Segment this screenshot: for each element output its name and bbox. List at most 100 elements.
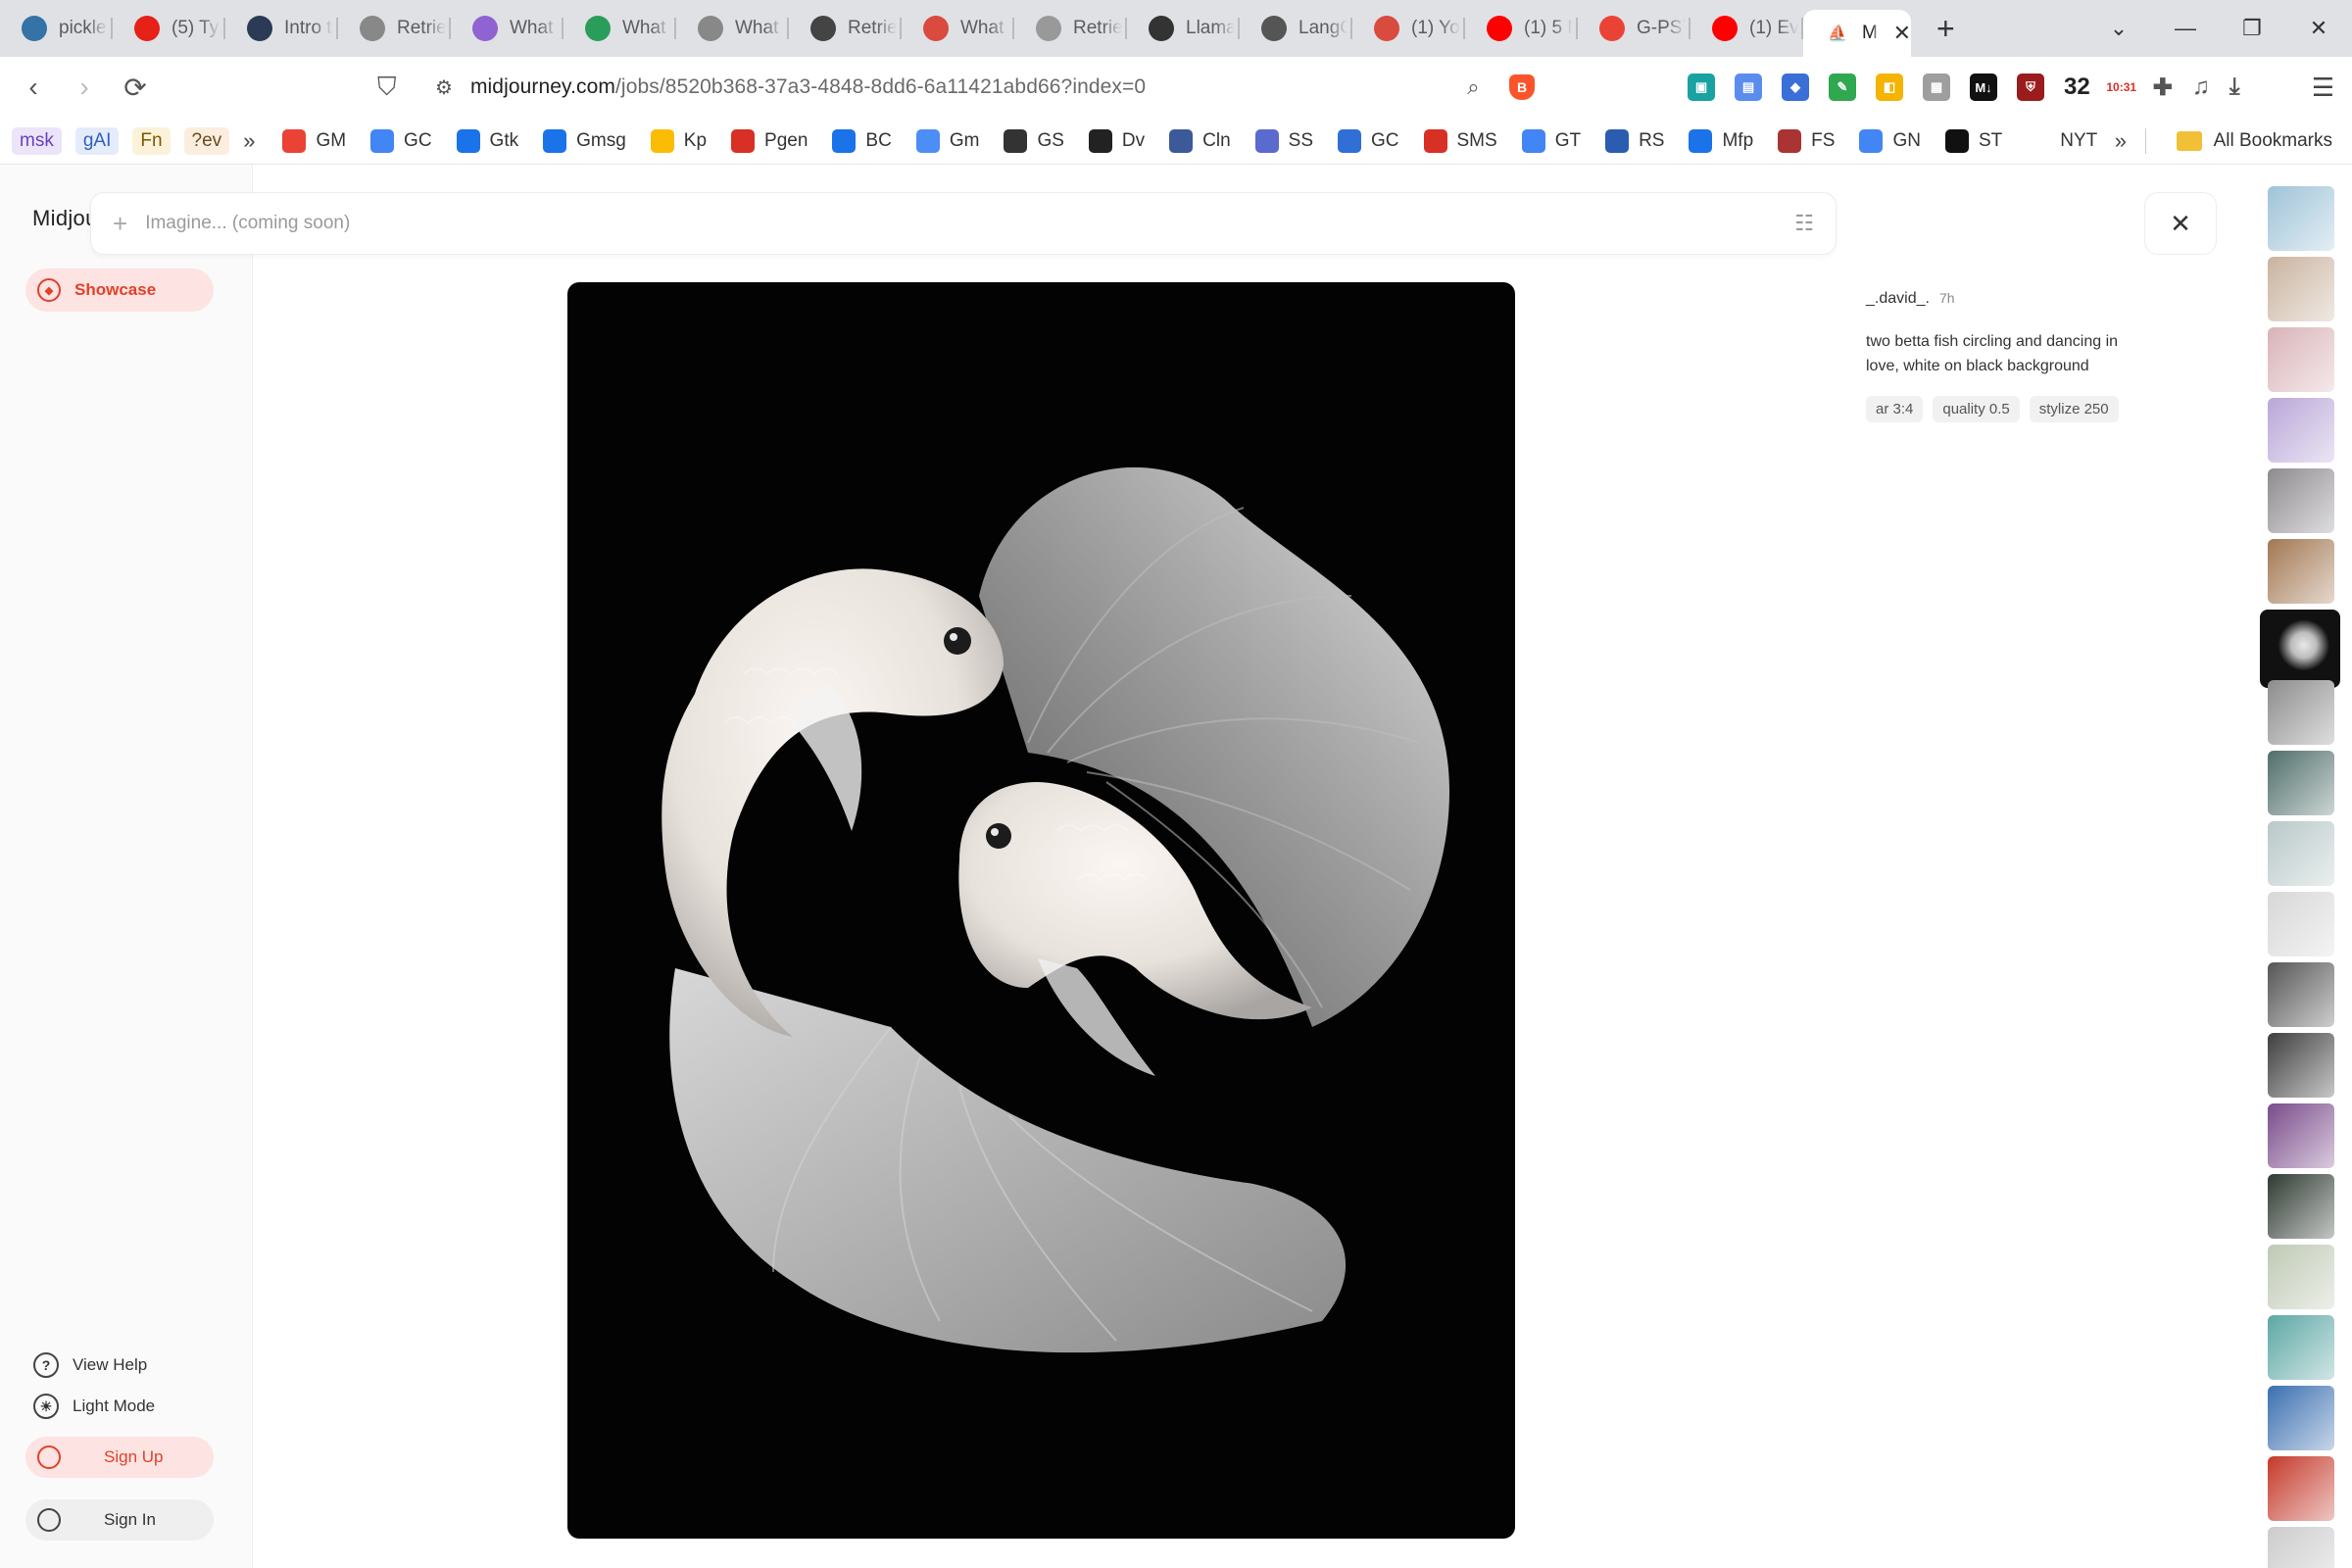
download-icon[interactable]: ⤓: [2230, 74, 2240, 101]
thumbnail[interactable]: [2268, 751, 2334, 815]
job-author[interactable]: _.david_. 7h: [1866, 290, 1955, 308]
thumbnail[interactable]: [2268, 821, 2334, 886]
bookmark-item[interactable]: SS: [1254, 128, 1313, 153]
reload-button[interactable]: ⟳: [110, 72, 161, 104]
browser-tab[interactable]: pickle: [0, 0, 113, 57]
browser-tab[interactable]: (1) Eva: [1690, 0, 1803, 57]
evernote-extension-icon[interactable]: ✎: [1829, 74, 1856, 101]
menu-icon[interactable]: ☰: [2312, 73, 2334, 103]
thumbnail-selected[interactable]: [2260, 610, 2340, 688]
thumbnail[interactable]: [2268, 1315, 2334, 1380]
thumbnail[interactable]: [2268, 1033, 2334, 1098]
thumbnail[interactable]: [2268, 1456, 2334, 1521]
bookmark-item[interactable]: Kp: [650, 128, 707, 153]
extension-count-badge[interactable]: 32: [2064, 74, 2090, 101]
bookmark-item[interactable]: GC: [370, 128, 432, 153]
media-icon[interactable]: ♫: [2192, 74, 2210, 101]
browser-tab[interactable]: Retrie: [1014, 0, 1127, 57]
bookmark-item[interactable]: RS: [1605, 128, 1664, 153]
back-button[interactable]: ‹: [8, 72, 59, 103]
bookmark-item[interactable]: msk: [12, 126, 62, 155]
save-extension-icon[interactable]: ▣: [1688, 74, 1715, 101]
bookmarks-more-chevron-icon[interactable]: »: [2115, 128, 2127, 154]
sign-in-button[interactable]: Sign In: [25, 1499, 214, 1541]
thumbnail[interactable]: [2268, 1174, 2334, 1239]
keep-extension-icon[interactable]: ◧: [1876, 74, 1903, 101]
close-tab-icon[interactable]: ✕: [1893, 21, 1911, 46]
thumbnail[interactable]: [2268, 468, 2334, 533]
bookmark-item[interactable]: Mfp: [1689, 128, 1753, 153]
bookmark-item[interactable]: Dv: [1088, 128, 1145, 153]
address-bar[interactable]: ⚙ midjourney.com/jobs/8520b368-37a3-4848…: [421, 66, 1548, 109]
browser-tab[interactable]: What: [902, 0, 1014, 57]
bookmark-item[interactable]: Cln: [1169, 128, 1231, 153]
thumbnail[interactable]: [2268, 257, 2334, 321]
clock-extension-icon[interactable]: 10:31: [2106, 74, 2136, 101]
browser-tab[interactable]: LangC: [1240, 0, 1352, 57]
new-tab-button[interactable]: +: [1936, 11, 1955, 47]
restore-button[interactable]: ❐: [2219, 16, 2285, 41]
close-window-button[interactable]: ✕: [2285, 16, 2352, 41]
browser-tab[interactable]: Retrie: [789, 0, 902, 57]
puzzle-extensions-icon[interactable]: ✚: [2153, 74, 2173, 101]
bookmark-item[interactable]: GM: [282, 128, 346, 153]
sidebar-item-showcase[interactable]: ◆ Showcase: [25, 269, 214, 312]
zoom-icon[interactable]: ⌕: [1467, 74, 1479, 100]
thumbnail[interactable]: [2268, 398, 2334, 463]
light-mode-toggle[interactable]: ☀ Light Mode: [33, 1394, 155, 1419]
bookmark-item[interactable]: ?ev: [183, 126, 230, 155]
bookmark-item[interactable]: GC: [1338, 128, 1399, 153]
notes-extension-icon[interactable]: ▦: [1923, 74, 1950, 101]
minimize-button[interactable]: —: [2152, 16, 2219, 41]
doc-extension-icon[interactable]: ▤: [1735, 74, 1762, 101]
bookmark-item[interactable]: GN: [1859, 128, 1921, 153]
brave-shield-icon[interactable]: B: [1509, 74, 1535, 100]
bookmark-item[interactable]: gAI: [74, 126, 120, 155]
bookmark-item[interactable]: Gtk: [456, 128, 518, 153]
thumbnail[interactable]: [2268, 680, 2334, 745]
all-bookmarks-button[interactable]: All Bookmarks: [2176, 130, 2332, 152]
bookmark-item[interactable]: NYT: [2027, 128, 2097, 153]
generated-image-betta-fish[interactable]: [567, 282, 1515, 1539]
thumbnail[interactable]: [2268, 1103, 2334, 1168]
thumbnail[interactable]: [2268, 1527, 2334, 1568]
dropbox-extension-icon[interactable]: ◆: [1782, 74, 1809, 101]
bookmarks-overflow-chevron-icon[interactable]: »: [243, 128, 255, 154]
browser-tab[interactable]: What: [451, 0, 564, 57]
bookmark-item[interactable]: FS: [1778, 128, 1835, 153]
browser-tab[interactable]: Intro t: [225, 0, 338, 57]
bookmark-item[interactable]: Gmsg: [543, 128, 626, 153]
bookmark-item[interactable]: ST: [1944, 128, 2002, 153]
browser-tab[interactable]: (1) Yo: [1352, 0, 1465, 57]
bookmark-item[interactable]: GT: [1521, 128, 1581, 153]
browser-tab[interactable]: (5) Typ: [113, 0, 225, 57]
author-name[interactable]: _.david_.: [1866, 290, 1930, 307]
browser-tab[interactable]: What: [564, 0, 676, 57]
imagine-prompt-bar[interactable]: + Imagine... (coming soon) ☷: [90, 192, 1837, 255]
sign-up-button[interactable]: Sign Up: [25, 1437, 214, 1478]
thumbnail[interactable]: [2268, 327, 2334, 392]
tab-active-midjourney[interactable]: ⛵ M ✕: [1803, 10, 1911, 57]
close-viewer-button[interactable]: ✕: [2144, 192, 2217, 255]
bookmark-item[interactable]: Fn: [132, 126, 171, 155]
browser-tab[interactable]: (1) 5 N: [1465, 0, 1578, 57]
bookmark-item[interactable]: BC: [832, 128, 892, 153]
ublock-extension-icon[interactable]: ⛨: [2017, 74, 2044, 101]
thumbnail[interactable]: [2268, 539, 2334, 604]
thumbnail[interactable]: [2268, 1245, 2334, 1309]
site-settings-icon[interactable]: ⚙: [435, 75, 453, 100]
bookmark-item[interactable]: Gm: [915, 128, 979, 153]
plus-icon[interactable]: +: [113, 209, 127, 239]
bookmark-item[interactable]: GS: [1004, 128, 1064, 153]
browser-tab[interactable]: What: [676, 0, 789, 57]
thumbnail[interactable]: [2268, 962, 2334, 1027]
tab-search-chevron-icon[interactable]: ⌄: [2085, 16, 2152, 41]
forward-button[interactable]: ›: [59, 72, 110, 103]
browser-tab[interactable]: Llama: [1127, 0, 1240, 57]
bookmark-icon[interactable]: ⛉: [377, 72, 397, 103]
thumbnail[interactable]: [2268, 1386, 2334, 1450]
bookmark-item[interactable]: Pgen: [731, 128, 808, 153]
markdown-extension-icon[interactable]: M↓: [1970, 74, 1997, 101]
view-help-link[interactable]: ? View Help: [33, 1352, 147, 1378]
settings-sliders-icon[interactable]: ☷: [1794, 211, 1814, 236]
